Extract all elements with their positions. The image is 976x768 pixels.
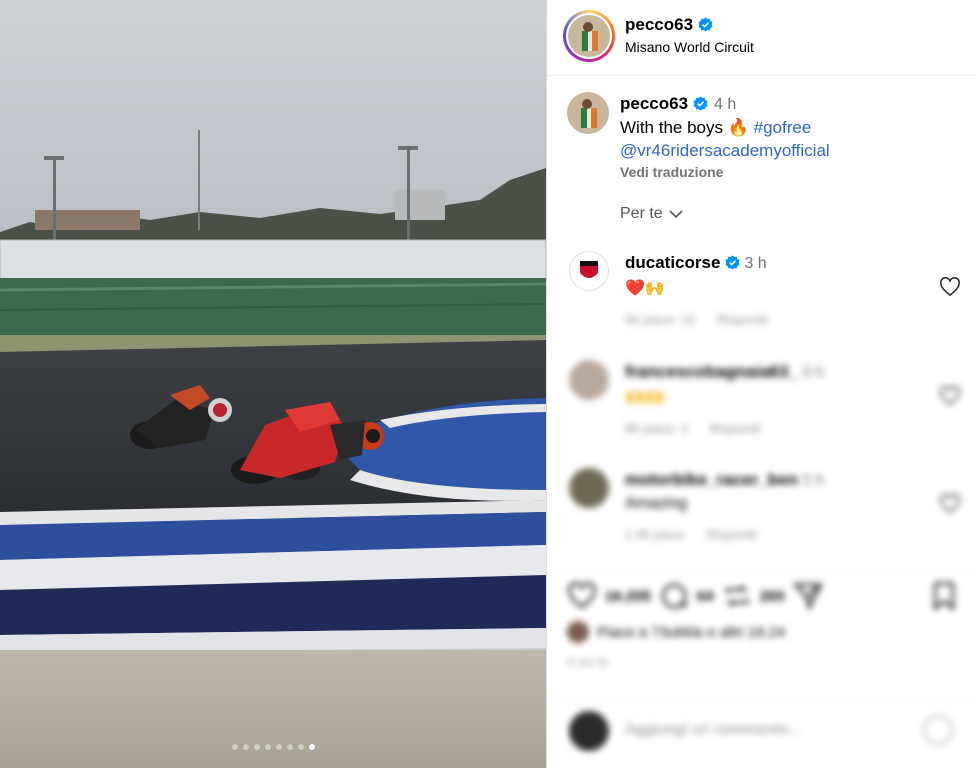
caption-username[interactable]: pecco63 bbox=[620, 94, 688, 113]
share-icon[interactable] bbox=[792, 581, 823, 611]
liker-avatar[interactable] bbox=[567, 621, 589, 643]
author-avatar[interactable] bbox=[563, 10, 615, 62]
carousel-dot[interactable] bbox=[253, 744, 260, 750]
comment-meta: Mi piace: 16 Rispondi bbox=[625, 312, 925, 327]
post-location[interactable]: Misano World Circuit bbox=[625, 39, 754, 55]
post-detail-panel: pecco63 Misano World Circuit pecco63 4 h … bbox=[546, 0, 976, 768]
heart-icon[interactable] bbox=[939, 494, 961, 514]
chevron-down-icon bbox=[669, 210, 683, 219]
verified-icon bbox=[698, 17, 713, 32]
commenter-username[interactable]: motorbike_racer_ben bbox=[625, 470, 798, 489]
carousel-dot[interactable] bbox=[242, 744, 249, 750]
comment-time: 3 h bbox=[744, 255, 767, 272]
carousel-dot[interactable] bbox=[275, 744, 282, 750]
author-username[interactable]: pecco63 bbox=[625, 15, 713, 35]
commenter-avatar[interactable] bbox=[569, 360, 609, 400]
post-photo[interactable] bbox=[0, 0, 546, 768]
repost-icon[interactable] bbox=[722, 581, 752, 611]
heart-icon[interactable] bbox=[939, 277, 961, 297]
caption-time: 4 h bbox=[714, 96, 737, 113]
like-count[interactable]: 16.205 bbox=[605, 588, 651, 605]
carousel-dot[interactable] bbox=[308, 744, 315, 750]
commenter-avatar[interactable] bbox=[569, 251, 609, 291]
caption-avatar[interactable] bbox=[567, 92, 609, 134]
heart-icon[interactable] bbox=[939, 386, 961, 406]
comment-time: 3 h bbox=[801, 472, 825, 489]
reply-button[interactable]: Rispondi bbox=[706, 527, 757, 542]
commenter-avatar[interactable] bbox=[569, 468, 609, 508]
carousel-dot[interactable] bbox=[264, 744, 271, 750]
heart-icon[interactable] bbox=[567, 581, 597, 611]
comment-likes[interactable]: Mi piace: 16 bbox=[625, 312, 695, 327]
verified-icon bbox=[693, 96, 708, 111]
comment-text: ❤️🙌 bbox=[625, 280, 665, 297]
comment-meta: Mi piace: 3 Rispondi bbox=[625, 421, 925, 436]
caption-text: With the boys 🔥 #gofree @vr46ridersacade… bbox=[620, 116, 960, 162]
comment-likes[interactable]: 1 Mi piace bbox=[625, 527, 684, 542]
comment-icon[interactable] bbox=[659, 581, 689, 611]
reply-button[interactable]: Rispondi bbox=[717, 312, 768, 327]
post-header: pecco63 Misano World Circuit bbox=[547, 0, 976, 76]
commenter-username[interactable]: ducaticorse bbox=[625, 253, 720, 272]
mention-link[interactable]: @vr46ridersacademyofficial bbox=[620, 141, 830, 160]
post-actions: 16.205 64 265 Piace a 73ukkla e altri 16… bbox=[547, 570, 976, 720]
caption-body: With the boys 🔥 bbox=[620, 118, 749, 137]
liked-by-text[interactable]: Piace a 73ukkla e altri 16.24 bbox=[597, 624, 785, 641]
hashtag-link[interactable]: #gofree bbox=[754, 118, 812, 137]
carousel-dot[interactable] bbox=[231, 744, 238, 750]
emoji-icon[interactable] bbox=[923, 715, 953, 745]
add-comment-bar bbox=[547, 700, 976, 768]
comment-text: Amazing bbox=[625, 495, 688, 512]
comment-sort-label: Per te bbox=[620, 205, 663, 222]
bookmark-icon[interactable] bbox=[929, 581, 959, 611]
comment-meta: 1 Mi piace Rispondi bbox=[625, 527, 925, 542]
comment-sort-dropdown[interactable]: Per te bbox=[620, 205, 683, 223]
carousel-dot[interactable] bbox=[297, 744, 304, 750]
reply-button[interactable]: Rispondi bbox=[710, 421, 761, 436]
viewer-avatar bbox=[569, 711, 609, 751]
comment-count[interactable]: 64 bbox=[697, 588, 714, 605]
carousel-dot[interactable] bbox=[286, 744, 293, 750]
comment-time: 3 h bbox=[801, 364, 825, 381]
author-username-text[interactable]: pecco63 bbox=[625, 15, 693, 34]
comment-input[interactable] bbox=[625, 721, 905, 739]
post-age: 4 ore fa bbox=[567, 655, 608, 669]
racing-photo bbox=[0, 0, 546, 768]
repost-count[interactable]: 265 bbox=[760, 588, 785, 605]
verified-icon bbox=[725, 255, 740, 270]
carousel-indicator[interactable] bbox=[0, 744, 546, 750]
comment-text: 🙌🙌 bbox=[625, 389, 665, 406]
comment-likes[interactable]: Mi piace: 3 bbox=[625, 421, 688, 436]
commenter-username[interactable]: francescobagnaia63_ bbox=[625, 362, 798, 381]
see-translation-button[interactable]: Vedi traduzione bbox=[620, 164, 960, 180]
